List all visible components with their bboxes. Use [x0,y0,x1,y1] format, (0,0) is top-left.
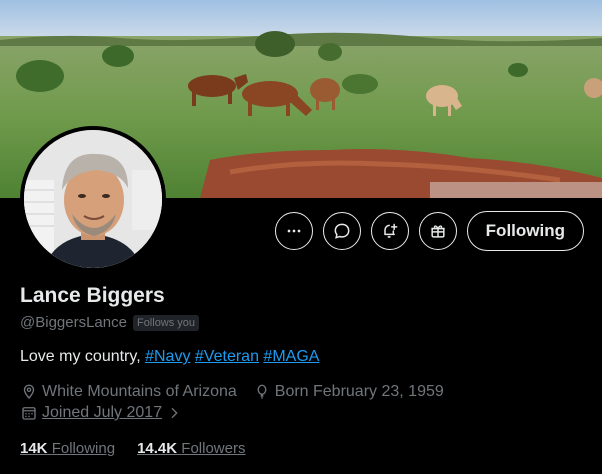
following-stat[interactable]: 14K Following [20,440,115,457]
following-label: Following [51,440,116,457]
location-item: White Mountains of Arizona [20,383,237,401]
more-icon [287,229,301,233]
hashtag-navy[interactable]: #Navy [145,348,190,365]
gift-icon [431,225,445,238]
joined-item: Joined July 2017 [20,404,198,422]
birthday-item: Born February 23, 1959 [253,383,444,401]
profile-handle: @BiggersLance [20,314,127,331]
hashtag-maga[interactable]: #MAGA [263,348,319,365]
followers-count: 14.4K [137,440,178,457]
more-button[interactable] [274,212,313,250]
birthday-text: Born February 23, 1959 [274,383,444,400]
bio-text: Love my country, [20,348,146,365]
hashtag-veteran[interactable]: #Veteran [195,348,259,365]
chevron-right-icon[interactable] [166,405,182,421]
message-button[interactable] [322,212,361,250]
calendar-icon [22,407,36,420]
joined-link[interactable]: Joined July 2017 [42,404,162,422]
following-button[interactable]: Following [466,211,584,251]
avatar[interactable] [20,126,166,272]
followers-stat[interactable]: 14.4K Followers [137,440,245,457]
handle-row: @BiggersLance Follows you [20,314,200,331]
profile-actions: Following [274,211,584,251]
notification-add-icon [383,223,398,238]
following-count: 14K [20,440,48,457]
message-icon [334,223,350,239]
notify-button[interactable] [370,212,409,250]
location-text: White Mountains of Arizona [42,383,237,400]
avatar-image [24,130,162,268]
joined-wrapper: Joined July 2017 [20,404,182,422]
follows-you-badge: Follows you [132,314,200,331]
followers-label: Followers [181,440,246,457]
profile-bio: Love my country, #Navy #Veteran #MAGA [20,348,319,366]
gift-button[interactable] [418,212,457,250]
profile-stats: 14K Following 14.4K Followers [20,440,245,457]
balloon-icon [257,384,267,399]
profile-meta: White Mountains of Arizona Born February… [20,383,460,401]
profile-name: Lance Biggers [20,284,165,307]
location-pin-icon [23,384,35,399]
profile-page: Following Lance Biggers @BiggersLance Fo… [0,0,602,474]
